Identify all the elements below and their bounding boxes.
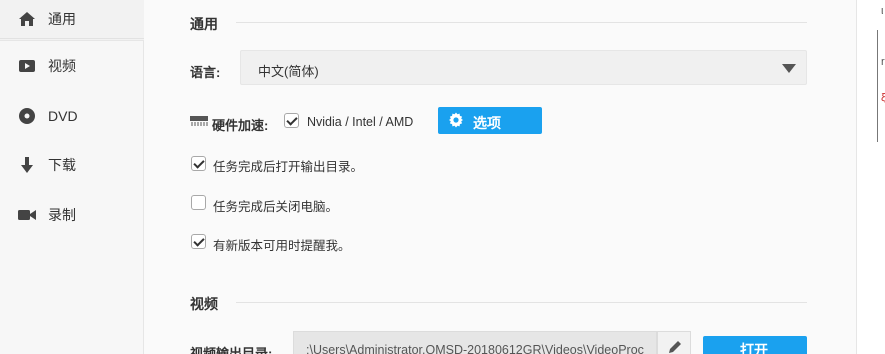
gear-icon (449, 112, 463, 128)
sidebar-item-label: 视频 (48, 57, 76, 74)
video-output-path-field[interactable]: :\Users\Administrator.QMSD-20180612GR\Vi… (293, 331, 657, 354)
sidebar-item-label: 下载 (48, 156, 76, 173)
home-icon (17, 9, 37, 29)
settings-panel: 通用 语言: 中文(简体) 硬件加速: Nvidia / Intel / AMD… (144, 0, 856, 354)
sidebar-item-label: DVD (48, 107, 78, 124)
options-button-label: 选项 (473, 115, 501, 131)
section-title-general: 通用 (190, 16, 218, 32)
open-output-folder-checkbox[interactable] (191, 156, 206, 171)
play-icon (17, 56, 37, 76)
section-divider (236, 302, 807, 303)
update-reminder-text: 有新版本可用时提醒我。 (213, 239, 351, 253)
sidebar-item-record[interactable]: 录制 (0, 195, 144, 234)
sidebar-item-dvd[interactable]: DVD (0, 96, 144, 135)
background-window-edge: ι r ξ (856, 0, 885, 354)
language-label: 语言: (190, 65, 221, 80)
sidebar-item-download[interactable]: 下载 (0, 145, 144, 184)
language-value: 中文(简体) (258, 64, 319, 79)
download-arrow-icon (17, 155, 37, 175)
hardware-chip-icon (190, 116, 208, 126)
open-folder-button-label: 打开 (740, 342, 768, 354)
hardware-acceleration-checkbox[interactable] (284, 113, 299, 128)
video-output-label: 视频输出目录: (190, 346, 273, 354)
edge-glyph: r (881, 56, 885, 68)
hardware-acceleration-text: Nvidia / Intel / AMD (307, 115, 414, 129)
divider (877, 30, 878, 142)
sidebar-item-label: 通用 (48, 11, 76, 27)
sidebar-item-video[interactable]: 视频 (0, 46, 144, 85)
hardware-acceleration-label: 硬件加速: (212, 118, 269, 133)
disc-icon (17, 106, 37, 126)
sidebar: 通用 视频 DVD 下载 录制 (0, 0, 144, 354)
video-output-path: :\Users\Administrator.QMSD-20180612GR\Vi… (306, 343, 644, 354)
shutdown-text: 任务完成后关闭电脑。 (213, 200, 339, 214)
section-title-video: 视频 (190, 296, 218, 312)
sidebar-item-general[interactable]: 通用 (0, 0, 144, 39)
pencil-icon (669, 341, 681, 353)
edge-glyph: ξ (881, 92, 885, 104)
update-reminder-checkbox[interactable] (191, 234, 206, 249)
camera-icon (17, 205, 37, 225)
edge-glyph: ι (881, 5, 884, 17)
open-folder-button[interactable]: 打开 (703, 336, 807, 354)
options-button[interactable]: 选项 (438, 107, 542, 134)
section-divider (236, 22, 807, 23)
edit-path-button[interactable] (657, 331, 691, 354)
chevron-down-icon (782, 64, 796, 73)
sidebar-item-label: 录制 (48, 206, 76, 223)
language-select[interactable]: 中文(简体) (240, 50, 807, 85)
open-output-folder-text: 任务完成后打开输出目录。 (213, 160, 364, 174)
shutdown-checkbox[interactable] (191, 195, 206, 210)
